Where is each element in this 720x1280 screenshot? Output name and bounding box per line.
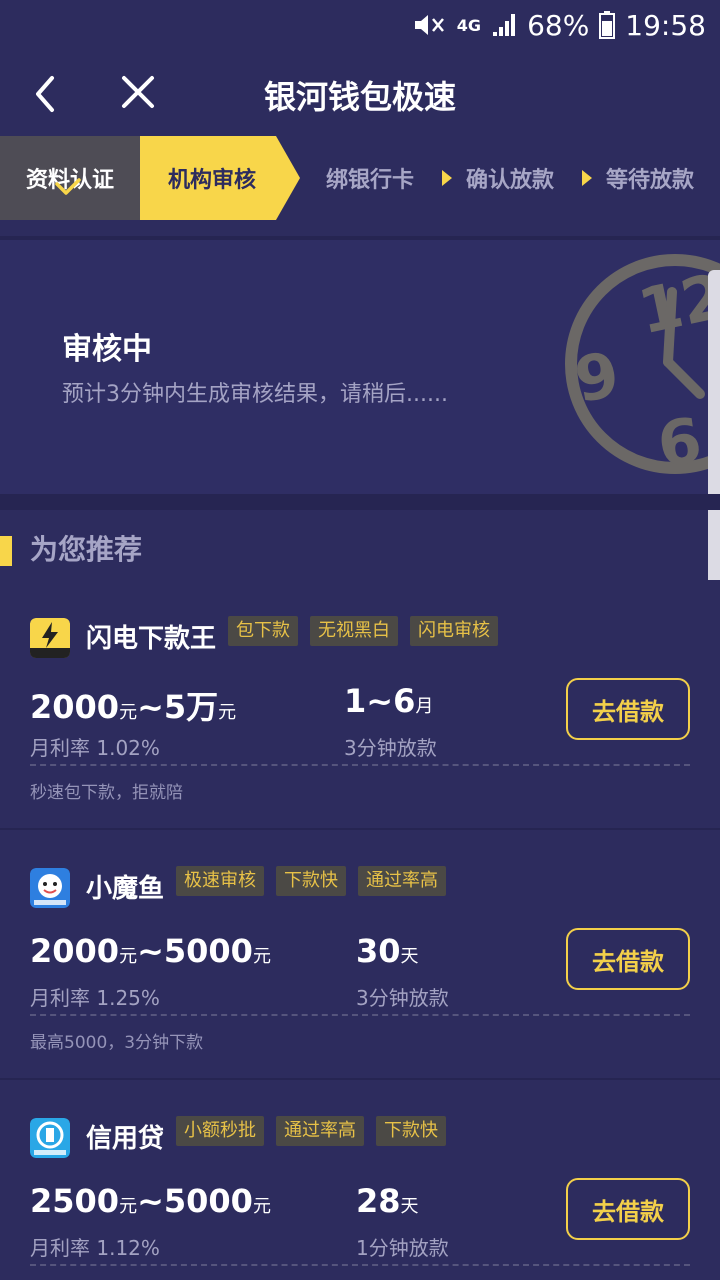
- status-subtitle: 预计3分钟内生成审核结果，请稍后......: [62, 382, 448, 407]
- network-type: 4G: [456, 15, 482, 35]
- amount-separator: ~: [137, 1182, 164, 1220]
- product-tag: 闪电审核: [410, 616, 498, 646]
- product-tag: 包下款: [228, 616, 298, 646]
- product-tag: 下款快: [276, 866, 346, 896]
- disburse-speed: 1分钟放款: [356, 1236, 449, 1260]
- amount-min: 2500: [30, 1182, 120, 1220]
- amount-unit: 元: [119, 946, 138, 967]
- product-tag: 下款快: [376, 1116, 446, 1146]
- battery-icon: [599, 11, 616, 39]
- signal-icon: [493, 14, 516, 36]
- product-name: 小魔鱼: [86, 874, 165, 904]
- monthly-rate: 月利率 1.25%: [30, 986, 160, 1010]
- step-await-loan: 等待放款: [580, 136, 720, 220]
- product-card[interactable]: 闪电下款王 包下款 无视黑白 闪电审核 2000元~5万元 月利率 1.02% …: [0, 580, 720, 830]
- loan-amount-range: 2000元~5000元: [30, 932, 271, 970]
- term-value: 1~6: [344, 682, 416, 720]
- dashed-divider: [30, 764, 690, 766]
- amount-unit: 元: [119, 1196, 138, 1217]
- amount-min: 2000: [30, 688, 120, 726]
- term-unit: 月: [415, 696, 434, 717]
- step-bind-card: 绑银行卡: [300, 136, 440, 220]
- product-tags: 小额秒批 通过率高 下款快: [176, 1116, 446, 1146]
- monthly-rate: 月利率 1.12%: [30, 1236, 160, 1260]
- loan-term: 28天: [356, 1182, 419, 1220]
- product-tags: 包下款 无视黑白 闪电审核: [228, 616, 498, 646]
- product-tags: 极速审核 下款快 通过率高: [176, 866, 446, 896]
- lightning-logo-icon: [30, 618, 70, 658]
- term-value: 30: [356, 932, 401, 970]
- amount-unit: 元: [252, 946, 271, 967]
- product-card[interactable]: 信用贷 小额秒批 通过率高 下款快 2500元~5000元 月利率 1.12% …: [0, 1080, 720, 1280]
- status-title: 审核中: [62, 332, 152, 367]
- disburse-speed: 3分钟放款: [344, 736, 437, 760]
- product-note: 最高5000，3分钟下款: [30, 1033, 204, 1053]
- borrow-button[interactable]: 去借款: [566, 1178, 690, 1240]
- borrow-button[interactable]: 去借款: [566, 678, 690, 740]
- review-status-card: 审核中 预计3分钟内生成审核结果，请稍后...... 12 9 6: [0, 236, 720, 494]
- product-tag: 小额秒批: [176, 1116, 264, 1146]
- step-label: 确认放款: [465, 168, 554, 193]
- amount-max: 5000: [163, 1182, 253, 1220]
- step-profile-verify: 资料认证: [0, 136, 140, 220]
- clock-icon: 12 9 6: [565, 254, 720, 482]
- product-tag: 无视黑白: [310, 616, 398, 646]
- fish-logo-icon: [30, 868, 70, 908]
- amount-unit: 元: [218, 702, 237, 723]
- amount-separator: ~: [137, 688, 164, 726]
- recommend-header: 为您推荐: [0, 510, 720, 590]
- clock-time: 19:58: [625, 8, 706, 42]
- loan-term: 1~6月: [344, 682, 433, 720]
- monthly-rate: 月利率 1.02%: [30, 736, 160, 760]
- product-name: 闪电下款王: [86, 624, 217, 654]
- battery-percent: 68%: [527, 8, 590, 42]
- term-unit: 天: [400, 946, 419, 967]
- step-label: 绑银行卡: [325, 168, 414, 193]
- progress-steps: 资料认证 机构审核 绑银行卡 确认放款 等待放款: [0, 136, 720, 220]
- dashed-divider: [30, 1264, 690, 1266]
- step-label: 机构审核: [167, 168, 256, 193]
- credit-logo-icon: [30, 1118, 70, 1158]
- product-tag: 极速审核: [176, 866, 264, 896]
- term-unit: 天: [400, 1196, 419, 1217]
- product-tag: 通过率高: [358, 866, 446, 896]
- amount-min: 2000: [30, 932, 120, 970]
- amount-unit: 元: [119, 702, 138, 723]
- step-label: 等待放款: [605, 168, 694, 193]
- mute-icon: [414, 15, 444, 35]
- step-confirm-loan: 确认放款: [440, 136, 580, 220]
- step-institution-review: 机构审核: [140, 136, 298, 220]
- check-icon: [55, 178, 81, 195]
- section-divider: [0, 494, 720, 510]
- clock-digit: 6: [653, 403, 706, 481]
- top-bar: 银河钱包极速: [0, 50, 720, 136]
- loan-amount-range: 2000元~5万元: [30, 682, 236, 728]
- amount-unit: 元: [252, 1196, 271, 1217]
- disburse-speed: 3分钟放款: [356, 986, 449, 1010]
- amount-max: 5万: [163, 688, 219, 726]
- amount-max: 5000: [163, 932, 253, 970]
- product-note: 秒速包下款，拒就陪: [30, 783, 183, 803]
- recommend-title: 为您推荐: [30, 533, 143, 566]
- section-marker: [0, 536, 12, 566]
- page-title: 银河钱包极速: [263, 78, 456, 116]
- term-value: 28: [356, 1182, 401, 1220]
- loan-amount-range: 2500元~5000元: [30, 1182, 271, 1220]
- dashed-divider: [30, 1014, 690, 1016]
- product-name: 信用贷: [86, 1124, 165, 1154]
- product-tag: 通过率高: [276, 1116, 364, 1146]
- status-bar: 4G 68% 19:58: [0, 0, 720, 50]
- loan-term: 30天: [356, 932, 419, 970]
- borrow-button[interactable]: 去借款: [566, 928, 690, 990]
- amount-separator: ~: [137, 932, 164, 970]
- product-card[interactable]: 小魔鱼 极速审核 下款快 通过率高 2000元~5000元 月利率 1.25% …: [0, 830, 720, 1080]
